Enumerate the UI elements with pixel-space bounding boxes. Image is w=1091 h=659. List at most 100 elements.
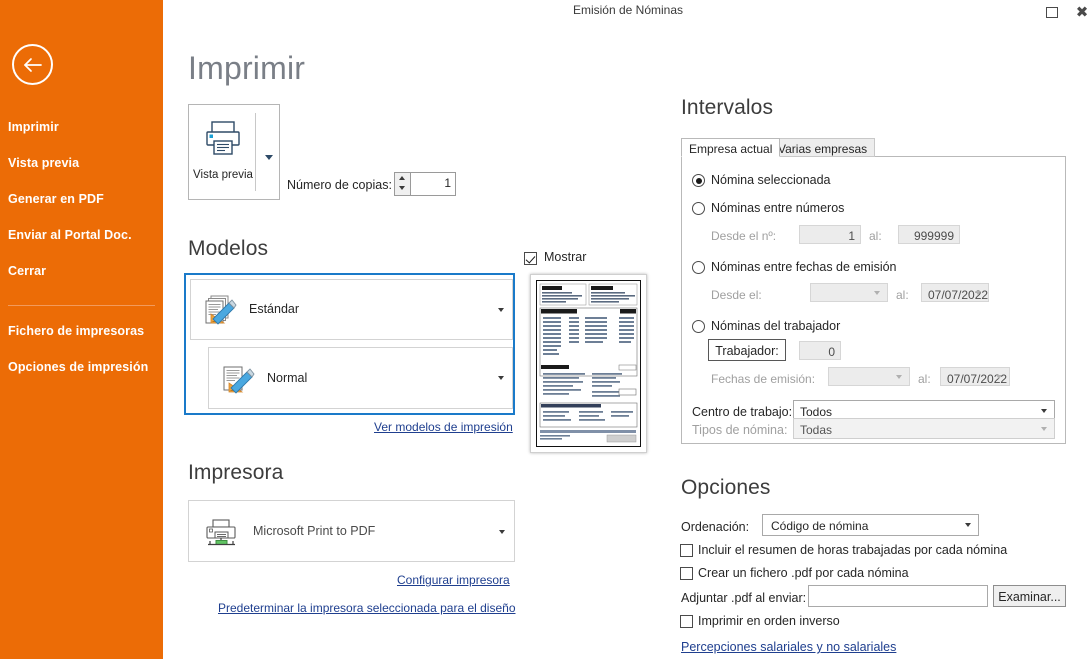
checkbox-crear-fichero-pdf[interactable]: Crear un fichero .pdf por cada nómina [680, 566, 909, 581]
input-adjuntar-pdf[interactable] [808, 585, 988, 607]
tab-empresa-actual[interactable]: Empresa actual [681, 138, 781, 157]
label-centro-trabajo: Centro de trabajo: [692, 405, 793, 419]
chevron-down-icon [265, 155, 273, 160]
preview-page [536, 280, 641, 447]
chevron-down-icon [975, 290, 981, 295]
dropdown-ordenacion-value: Código de nómina [771, 519, 869, 533]
printer-network-icon [206, 519, 236, 546]
dropdown-tipos-nomina[interactable]: Todas [793, 418, 1055, 439]
impresora-value: Microsoft Print to PDF [253, 524, 376, 538]
chevron-down-icon [896, 374, 902, 379]
input-desde-numero[interactable]: 1 [799, 225, 861, 244]
label-fechas-emision-al: al: [918, 372, 931, 386]
copies-value: 1 [444, 176, 451, 190]
sidebar-item-enviar-portal-doc[interactable]: Enviar al Portal Doc. [8, 228, 158, 246]
radio-nomina-seleccionada[interactable] [692, 174, 705, 187]
checkbox-incluir-resumen[interactable]: Incluir el resumen de horas trabajadas p… [680, 543, 1007, 558]
window-title: Emisión de Nóminas [572, 3, 684, 17]
checkbox-imprimir-orden-inverso[interactable]: Imprimir en orden inverso [680, 614, 840, 629]
preview-page-content [537, 281, 640, 446]
modelo-estandar-value: Estándar [249, 302, 300, 316]
label-fechas-emision: Fechas de emisión: [711, 372, 816, 386]
sidebar-item-vista-previa[interactable]: Vista previa [8, 156, 158, 174]
dropdown-ordenacion[interactable]: Código de nómina [762, 514, 979, 536]
mostrar-checkbox[interactable]: Mostrar [524, 250, 586, 266]
chevron-down-icon [499, 530, 505, 534]
sidebar-item-fichero-impresoras[interactable]: Fichero de impresoras [8, 324, 158, 342]
dropdown-fechas-emision-desde[interactable] [828, 367, 910, 386]
trabajador-button[interactable]: Trabajador: [708, 339, 786, 361]
trabajador-button-label: Trabajador: [715, 344, 779, 358]
document-edit-icon [205, 295, 237, 325]
dropdown-fechas-emision-al[interactable]: 07/07/2022 [940, 367, 1010, 386]
modelos-selection-group: Estándar Normal [184, 273, 515, 415]
dropdown-desde-fecha[interactable] [810, 283, 888, 302]
close-icon: ✖ [1075, 2, 1089, 21]
spinner-down-icon [398, 186, 405, 190]
examinar-button[interactable]: Examinar... [993, 585, 1066, 607]
chevron-down-icon [1041, 426, 1047, 431]
copies-stepper-up[interactable] [395, 173, 408, 183]
chevron-down-icon [874, 290, 880, 295]
opciones-heading: Opciones [681, 476, 771, 499]
back-arrow-icon [23, 57, 42, 72]
sidebar-item-generar-pdf[interactable]: Generar en PDF [8, 192, 158, 210]
print-preview-thumbnail[interactable] [530, 274, 647, 453]
label-incluir-resumen: Incluir el resumen de horas trabajadas p… [698, 543, 1008, 557]
checkbox-icon [680, 544, 693, 557]
checkbox-icon [680, 615, 693, 628]
document-edit-icon [223, 366, 255, 394]
radio-nominas-entre-fechas[interactable] [692, 261, 705, 274]
radio-nominas-entre-numeros[interactable] [692, 202, 705, 215]
intervalos-heading: Intervalos [681, 96, 774, 119]
copies-input[interactable]: 1 [394, 172, 456, 196]
label-al-numero: al: [869, 229, 882, 243]
back-button[interactable] [12, 44, 53, 85]
modelo-estandar-combo[interactable]: Estándar [190, 279, 513, 340]
dropdown-centro-trabajo-value: Todos [800, 405, 833, 419]
modelo-normal-value: Normal [267, 371, 308, 385]
modelo-normal-combo[interactable]: Normal [208, 347, 513, 409]
sidebar-item-imprimir[interactable]: Imprimir [8, 120, 158, 138]
sidebar-item-cerrar[interactable]: Cerrar [8, 264, 158, 282]
ver-modelos-link[interactable]: Ver modelos de impresión [374, 420, 513, 434]
checkbox-icon [680, 567, 693, 580]
predeterminar-impresora-link[interactable]: Predeterminar la impresora seleccionada … [218, 601, 516, 615]
label-al-fecha: al: [896, 288, 909, 302]
print-dialog-window: Emisión de Nóminas ✖ Imprimir Vista prev… [0, 0, 1091, 659]
label-nominas-del-trabajador: Nóminas del trabajador [711, 319, 841, 333]
input-al-numero-value: 999999 [913, 229, 954, 243]
label-imprimir-orden-inverso: Imprimir en orden inverso [698, 614, 840, 628]
input-desde-numero-value: 1 [848, 229, 855, 243]
input-trabajador-codigo-value: 0 [828, 345, 835, 359]
input-trabajador-codigo[interactable]: 0 [799, 341, 841, 360]
configurar-impresora-link[interactable]: Configurar impresora [397, 573, 510, 587]
close-button[interactable]: ✖ [1067, 0, 1091, 24]
vista-previa-label: Vista previa [193, 169, 253, 181]
impresora-heading: Impresora [188, 461, 284, 484]
copies-label: Número de copias: [287, 178, 392, 192]
checkbox-icon [524, 252, 537, 265]
input-al-numero[interactable]: 999999 [898, 225, 960, 244]
mostrar-label: Mostrar [544, 250, 587, 264]
restore-button[interactable] [1037, 0, 1067, 24]
vista-previa-dropdown[interactable] [265, 149, 273, 163]
chevron-down-icon [996, 374, 1002, 379]
modelos-heading: Modelos [188, 237, 269, 260]
printer-icon [206, 121, 240, 155]
dropdown-al-fecha[interactable]: 07/07/2022 [921, 283, 989, 302]
page-title: Imprimir [188, 50, 306, 86]
vista-previa-button[interactable]: Vista previa [188, 104, 280, 200]
label-nominas-entre-fechas: Nóminas entre fechas de emisión [711, 260, 897, 274]
tab-varias-empresas[interactable]: Varias empresas [770, 138, 876, 157]
radio-nominas-del-trabajador[interactable] [692, 320, 705, 333]
label-crear-fichero-pdf: Crear un fichero .pdf por cada nómina [698, 566, 909, 580]
percepciones-link[interactable]: Percepciones salariales y no salariales [681, 640, 896, 654]
sidebar-item-opciones-impresion[interactable]: Opciones de impresión [8, 360, 158, 378]
impresora-combo[interactable]: Microsoft Print to PDF [188, 500, 515, 562]
chevron-down-icon [965, 523, 971, 527]
copies-stepper-down[interactable] [395, 183, 408, 193]
label-ordenacion: Ordenación: [681, 520, 750, 534]
label-desde-fecha: Desde el: [711, 288, 762, 302]
copies-stepper[interactable] [394, 172, 411, 196]
